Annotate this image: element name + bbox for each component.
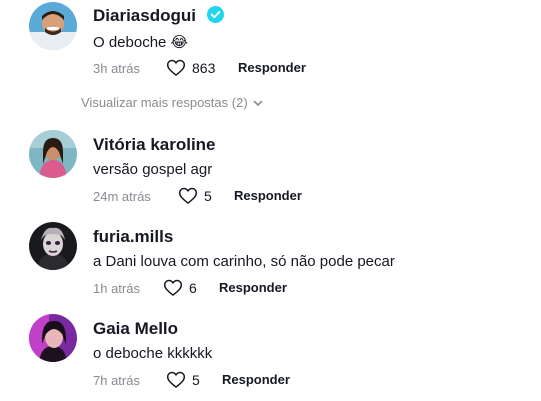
comment-username[interactable]: furia.mills xyxy=(93,227,173,247)
like-button[interactable]: 6 xyxy=(163,278,197,298)
comment-text: o deboche kkkkkk xyxy=(93,345,213,362)
heart-outline-icon xyxy=(166,59,186,76)
avatar[interactable] xyxy=(29,314,77,362)
like-count: 5 xyxy=(192,372,200,388)
avatar[interactable] xyxy=(29,2,77,50)
comment-time: 7h atrás xyxy=(93,373,140,388)
heart-outline-icon xyxy=(163,279,183,296)
reply-button[interactable]: Responder xyxy=(238,60,306,75)
like-button[interactable]: 863 xyxy=(166,58,215,78)
comment-time: 3h atrás xyxy=(93,61,140,76)
chevron-down-icon xyxy=(253,100,262,106)
reply-button[interactable]: Responder xyxy=(222,372,290,387)
comment-text: versão gospel agr xyxy=(93,161,213,178)
view-more-replies-button[interactable]: Visualizar mais respostas (2) xyxy=(81,95,264,110)
comment-time: 1h atrás xyxy=(93,281,140,296)
comment-username[interactable]: Vitória karoline xyxy=(93,135,216,155)
reply-button[interactable]: Responder xyxy=(234,188,302,203)
avatar[interactable] xyxy=(29,130,77,178)
comment-time: 24m atrás xyxy=(93,189,151,204)
reply-button[interactable]: Responder xyxy=(219,280,287,295)
like-button[interactable]: 5 xyxy=(166,370,200,390)
like-button[interactable]: 5 xyxy=(178,186,212,206)
comment-username[interactable]: Diariasdogui xyxy=(93,6,224,26)
avatar[interactable] xyxy=(29,222,77,270)
heart-outline-icon xyxy=(178,187,198,204)
comment-text: a Dani louva com carinho, só não pode pe… xyxy=(93,253,395,270)
verified-check-icon xyxy=(206,6,224,23)
like-count: 6 xyxy=(189,280,197,296)
like-count: 5 xyxy=(204,188,212,204)
like-count: 863 xyxy=(192,60,216,76)
comment-text: O deboche 😂 xyxy=(93,34,189,51)
heart-outline-icon xyxy=(166,371,186,388)
comment-username[interactable]: Gaia Mello xyxy=(93,319,178,339)
